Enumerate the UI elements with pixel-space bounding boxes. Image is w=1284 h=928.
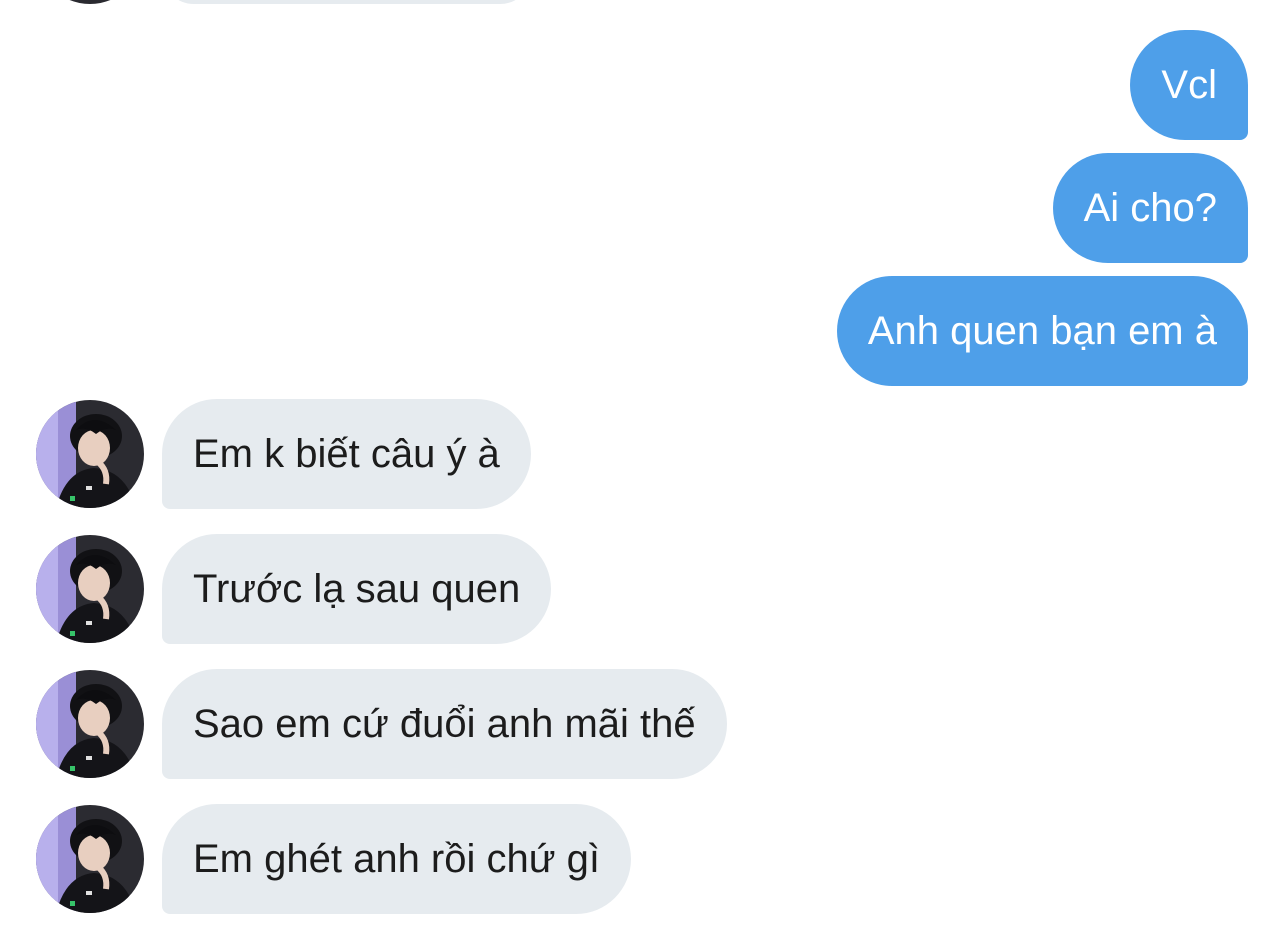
outgoing-message-3[interactable]: Anh quen bạn em à [836,276,1248,386]
contact-avatar[interactable] [36,0,144,4]
avatar-photo [36,670,144,778]
message-bubble-partial[interactable] [162,0,532,4]
outgoing-message-1[interactable]: Vcl [1130,30,1248,140]
incoming-message-3[interactable]: Sao em cứ đuổi anh mãi thế [162,669,727,779]
incoming-message-4[interactable]: Em ghét anh rồi chứ gì [162,804,631,914]
contact-avatar[interactable] [36,535,144,643]
contact-avatar[interactable] [36,805,144,913]
outgoing-message-2[interactable]: Ai cho? [1052,153,1248,263]
incoming-message-2[interactable]: Trước lạ sau quen [162,534,552,644]
contact-avatar[interactable] [36,670,144,778]
avatar-photo [36,535,144,643]
incoming-message-1[interactable]: Em k biết câu ý à [162,399,531,509]
contact-avatar[interactable] [36,400,144,508]
avatar-photo [36,805,144,913]
message-thread[interactable]: Vcl Ai cho? Anh quen bạn em à Em k biết … [0,0,1284,928]
avatar-photo [36,400,144,508]
